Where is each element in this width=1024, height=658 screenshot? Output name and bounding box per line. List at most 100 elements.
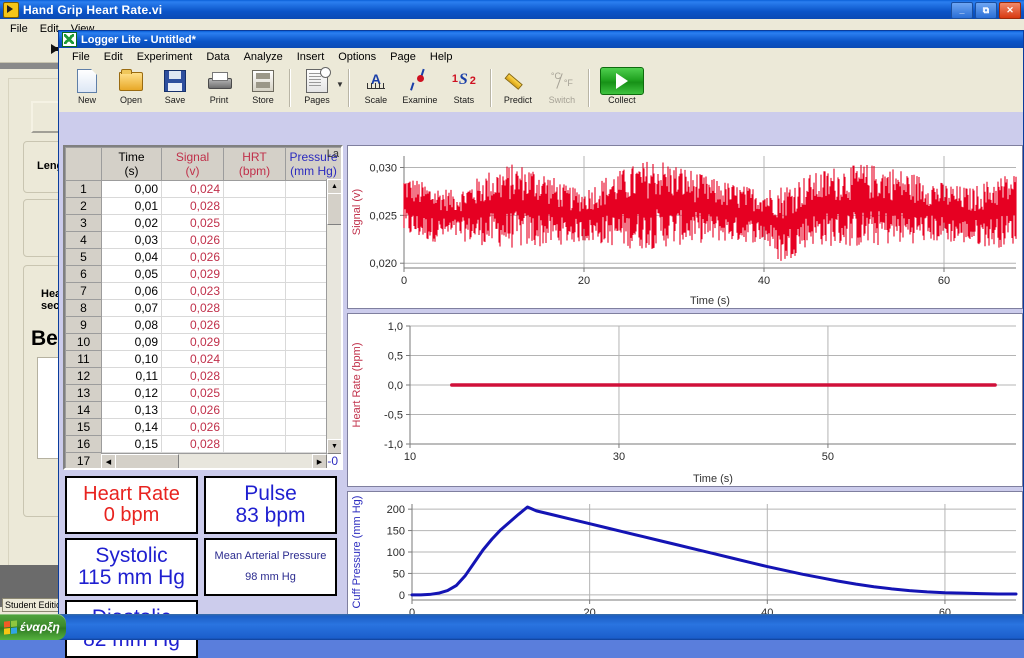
cell-hrt[interactable]	[223, 316, 286, 334]
toolbar-button-collect[interactable]: Collect	[594, 67, 650, 112]
table-row[interactable]: 150,140,026-0	[65, 418, 341, 436]
table-row[interactable]: 60,050,029-0	[65, 265, 341, 283]
cell-signal[interactable]: 0,029	[161, 265, 224, 283]
cell-time[interactable]: 0,03	[101, 231, 162, 249]
table-row[interactable]: 160,150,028-0	[65, 435, 341, 453]
heart-rate-graph[interactable]: -1,0 -0,5 0,0 0,5 1,0 10 30 50 Time (s) Heart Rat…	[347, 313, 1023, 487]
column-header-time[interactable]: Time (s)	[101, 147, 162, 181]
cell-time[interactable]: 0,06	[101, 282, 162, 300]
table-row[interactable]: 30,020,025-0	[65, 214, 341, 232]
cell-time[interactable]: 0,02	[101, 214, 162, 232]
toolbar-button-new[interactable]: New	[65, 68, 109, 112]
menu-edit[interactable]: Edit	[97, 50, 130, 64]
toolbar-button-predict[interactable]: Predict	[496, 68, 540, 112]
cell-time[interactable]: 0,12	[101, 384, 162, 402]
cell-time[interactable]: 0,08	[101, 316, 162, 334]
cell-hrt[interactable]	[223, 282, 286, 300]
toolbar-button-examine[interactable]: Examine	[398, 68, 442, 112]
table-row[interactable]: 100,090,029-0	[65, 333, 341, 351]
toolbar-button-scale[interactable]: A Scale	[354, 68, 398, 112]
cell-hrt[interactable]	[223, 333, 286, 351]
menu-insert[interactable]: Insert	[290, 50, 332, 64]
cell-hrt[interactable]	[223, 180, 286, 198]
cell-hrt[interactable]	[223, 367, 286, 385]
menu-help[interactable]: Help	[423, 50, 460, 64]
labview-menu-file[interactable]: File	[4, 22, 34, 36]
table-row[interactable]: 120,110,028-0	[65, 367, 341, 385]
table-row[interactable]: 110,100,024-0	[65, 350, 341, 368]
table-row[interactable]: 90,080,026-0	[65, 316, 341, 334]
cell-signal[interactable]: 0,029	[162, 470, 224, 471]
menu-analyze[interactable]: Analyze	[237, 50, 290, 64]
pages-dropdown-icon[interactable]: ▼	[336, 80, 344, 89]
cell-hrt[interactable]	[223, 231, 286, 249]
close-button[interactable]: ✕	[999, 2, 1021, 19]
cell-signal[interactable]: 0,028	[161, 367, 224, 385]
cell-hrt[interactable]	[223, 435, 286, 453]
table-row[interactable]: 40,030,026-0	[65, 231, 341, 249]
table-row[interactable]: 140,130,026-0	[65, 401, 341, 419]
cell-signal[interactable]: 0,026	[161, 316, 224, 334]
cell-time[interactable]: 0,05	[101, 265, 162, 283]
cell-pressure[interactable]: -0	[286, 470, 342, 471]
cell-signal[interactable]: 0,026	[161, 248, 224, 266]
cell-signal[interactable]: 0,028	[161, 435, 224, 453]
menu-data[interactable]: Data	[199, 50, 236, 64]
menu-experiment[interactable]: Experiment	[130, 50, 200, 64]
cell-time[interactable]: 0,00	[101, 180, 162, 198]
cell-hrt[interactable]	[223, 350, 286, 368]
cell-hrt[interactable]	[223, 299, 286, 317]
cell-hrt[interactable]	[223, 418, 286, 436]
restore-button[interactable]: ⧉	[975, 2, 997, 19]
cell-hrt[interactable]	[223, 214, 286, 232]
cell-time[interactable]: 0,01	[101, 197, 162, 215]
menu-options[interactable]: Options	[331, 50, 383, 64]
scroll-left-button[interactable]: ◀	[101, 454, 116, 468]
table-row[interactable]: 130,120,025-0	[65, 384, 341, 402]
cell-signal[interactable]: 0,024	[161, 350, 224, 368]
cell-signal[interactable]: 0,025	[161, 384, 224, 402]
scroll-up-button[interactable]: ▲	[327, 179, 341, 194]
toolbar-button-save[interactable]: Save	[153, 68, 197, 112]
table-row[interactable]: 80,070,028-0	[65, 299, 341, 317]
cell-signal[interactable]: 0,025	[161, 214, 224, 232]
signal-graph[interactable]: 0,020 0,025 0,030 0 20 40 60 Time (s) Signal (v)	[347, 145, 1023, 309]
toolbar-button-print[interactable]: Print	[197, 68, 241, 112]
menu-page[interactable]: Page	[383, 50, 423, 64]
cell-time[interactable]: 0,07	[101, 299, 162, 317]
table-row[interactable]: 70,060,023-0	[65, 282, 341, 300]
cell-time[interactable]: 0,10	[101, 350, 162, 368]
start-button[interactable]: έναρξη	[0, 614, 66, 640]
horizontal-scroll-thumb[interactable]	[115, 454, 179, 468]
scroll-down-button[interactable]: ▼	[327, 439, 341, 454]
table-row[interactable]: 50,040,026-0	[65, 248, 341, 266]
cell-hrt[interactable]	[223, 384, 286, 402]
cell-time[interactable]: 0,15	[101, 435, 162, 453]
toolbar-button-open[interactable]: Open	[109, 68, 153, 112]
cell-hrt[interactable]	[223, 265, 286, 283]
toolbar-button-stats[interactable]: 1S2 Stats	[442, 68, 486, 112]
cell-signal[interactable]: 0,028	[161, 299, 224, 317]
table-row[interactable]: 20,010,028-0	[65, 197, 341, 215]
table-horizontal-scrollbar[interactable]: ◀ ▶	[101, 453, 327, 468]
table-vertical-scrollbar[interactable]: ▲ ▼	[326, 179, 341, 454]
cell-signal[interactable]: 0,028	[161, 197, 224, 215]
cell-signal[interactable]: 0,026	[161, 418, 224, 436]
vertical-scroll-thumb[interactable]	[327, 193, 341, 225]
cell-signal[interactable]: 0,026	[161, 401, 224, 419]
menu-file[interactable]: File	[65, 50, 97, 64]
cell-time[interactable]: 0,11	[101, 367, 162, 385]
cell-time[interactable]: 0,09	[101, 333, 162, 351]
toolbar-button-pages[interactable]: Pages	[295, 67, 339, 112]
data-table-panel[interactable]: La Time (s) Signal (v) HRT (bpm) Pressur…	[63, 145, 343, 470]
cell-hrt[interactable]	[223, 197, 286, 215]
column-header-hrt[interactable]: HRT (bpm)	[223, 147, 286, 181]
cell-time[interactable]: 0,17	[102, 470, 162, 471]
cell-signal[interactable]: 0,024	[161, 180, 224, 198]
table-row[interactable]: 180,170,029 -0	[66, 470, 342, 471]
cell-hrt[interactable]	[223, 401, 286, 419]
toolbar-button-store[interactable]: Store	[241, 68, 285, 112]
cell-signal[interactable]: 0,029	[161, 333, 224, 351]
scroll-right-button[interactable]: ▶	[312, 454, 327, 468]
cell-hrt[interactable]	[223, 248, 286, 266]
